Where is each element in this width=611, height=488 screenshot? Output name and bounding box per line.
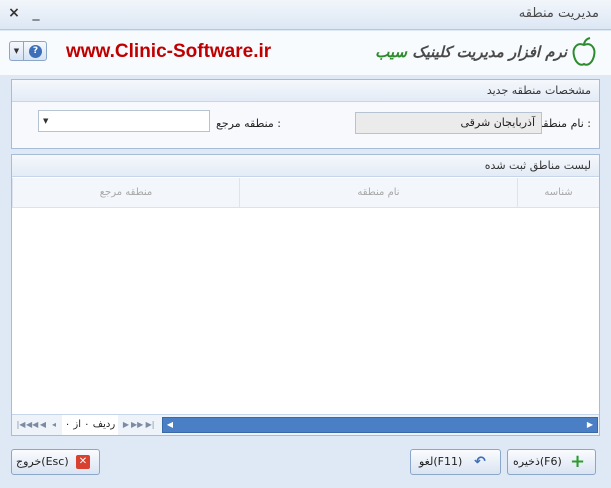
close-icon[interactable]: × <box>6 5 22 21</box>
horizontal-scrollbar[interactable]: ◀ ▶ <box>162 417 598 433</box>
title-bar: مدیریت منطقه × _ <box>0 0 611 30</box>
brand-text: نرم افزار مدیریت کلینیک <box>412 43 567 61</box>
exit-label: خروج(Esc) <box>16 455 69 468</box>
last-record-icon[interactable]: ▶| <box>144 418 156 432</box>
next-page-icon[interactable]: ▶▶ <box>131 418 143 432</box>
scroll-right-icon[interactable]: ▶ <box>583 418 597 432</box>
save-button[interactable]: + ذخیره(F6) <box>507 449 596 475</box>
region-list-title: لیست مناطق ثبت شده <box>484 159 591 172</box>
help-button[interactable]: ? <box>23 41 47 61</box>
header-banner: ▼ ? www.Clinic-Software.ir نرم افزار مدی… <box>0 31 611 75</box>
prev-small-icon[interactable]: ◂ <box>48 418 60 432</box>
apple-logo-icon <box>572 37 596 66</box>
grid-header: شناسه نام منطقه منطقه مرجع <box>12 178 599 208</box>
brand-name: نرم افزار مدیریت کلینیک سیب <box>375 43 567 61</box>
parent-region-select[interactable]: ▼ <box>38 110 210 132</box>
minimize-icon[interactable]: _ <box>28 5 44 21</box>
region-list-panel: لیست مناطق ثبت شده شناسه نام منطقه منطقه… <box>11 154 600 436</box>
website-url: www.Clinic-Software.ir <box>66 41 272 62</box>
column-header-id[interactable]: شناسه <box>517 178 599 208</box>
save-label: ذخیره(F6) <box>513 455 562 468</box>
window-title: مدیریت منطقه <box>518 6 599 21</box>
new-region-panel-header: مشخصات منطقه جدید <box>12 80 599 102</box>
grid-body <box>12 209 599 414</box>
new-region-title: مشخصات منطقه جدید <box>486 84 591 97</box>
grid-navigator: |◀ ◀◀ ◀ ◂ ردیف ۰ از ۰ ▶ ▶▶ ▶| ◀ ▶ <box>12 414 599 435</box>
brand-accent: سیب <box>375 43 407 61</box>
region-name-label: نام منطقه : <box>537 117 591 130</box>
close-icon: ✕ <box>76 455 90 469</box>
parent-region-label: منطقه مرجع : <box>216 117 282 130</box>
undo-icon: ↶ <box>474 454 486 470</box>
exit-button[interactable]: ✕ خروج(Esc) <box>11 449 100 475</box>
cancel-label: لغو(F11) <box>419 455 463 468</box>
region-name-field[interactable]: آذربایجان شرقی <box>355 112 542 134</box>
column-header-region-name[interactable]: نام منطقه <box>239 178 517 208</box>
scroll-left-icon[interactable]: ◀ <box>163 418 177 432</box>
cancel-button[interactable]: ↶ لغو(F11) <box>410 449 501 475</box>
help-icon: ? <box>29 45 42 58</box>
column-header-parent-region[interactable]: منطقه مرجع <box>12 178 239 208</box>
record-counter: ردیف ۰ از ۰ <box>62 415 118 435</box>
options-dropdown-icon[interactable]: ▼ <box>9 41 23 61</box>
chevron-down-icon[interactable]: ▼ <box>43 111 48 131</box>
plus-icon: + <box>570 451 586 472</box>
new-region-panel: مشخصات منطقه جدید نام منطقه : آذربایجان … <box>11 79 600 149</box>
region-list-panel-header: لیست مناطق ثبت شده <box>12 155 599 177</box>
